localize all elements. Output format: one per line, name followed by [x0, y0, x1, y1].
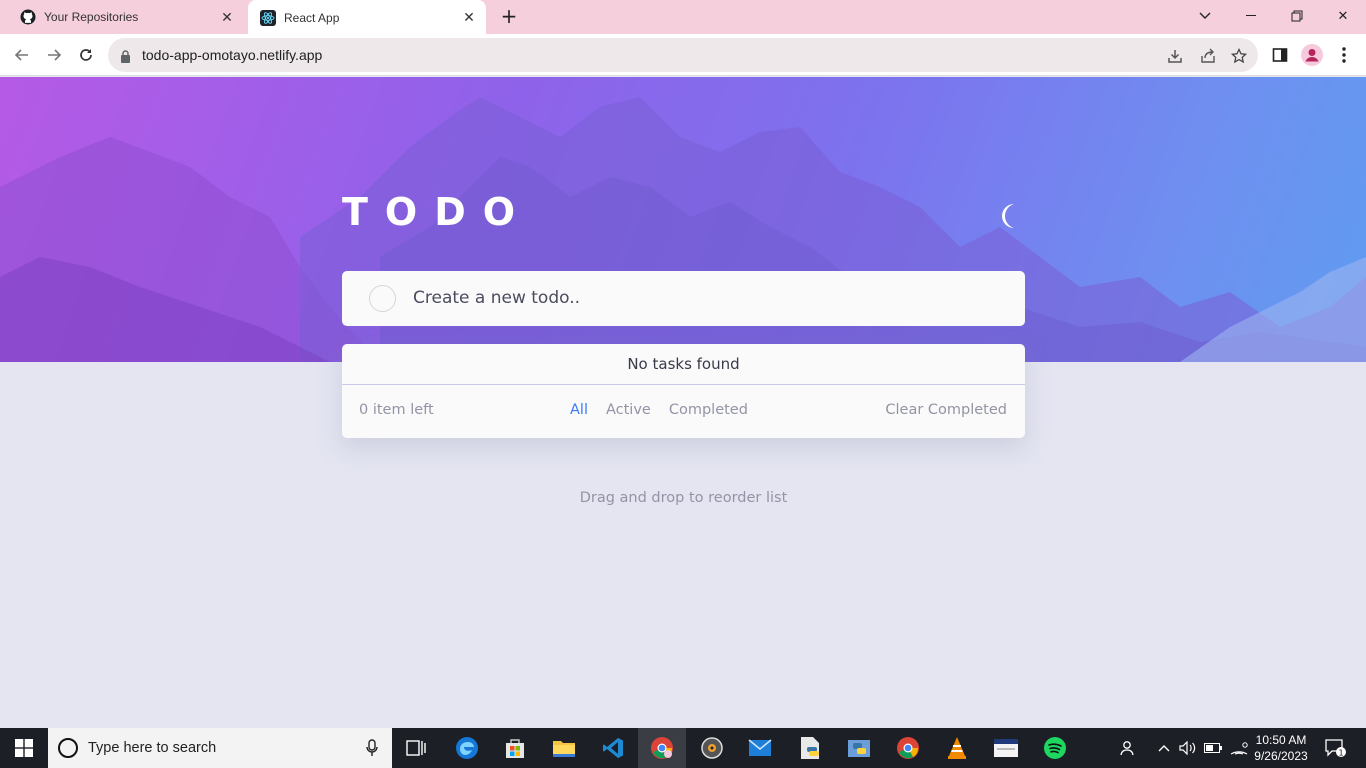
chrome-profile-icon[interactable]: [884, 728, 932, 768]
back-arrow-icon[interactable]: [10, 43, 34, 67]
cortana-icon: [58, 738, 78, 758]
todo-list-card: No tasks found 0 item left All Active Co…: [342, 344, 1025, 438]
taskbar-search-placeholder: Type here to search: [88, 740, 217, 756]
tab-your-repositories[interactable]: Your Repositories ✕: [8, 0, 244, 34]
empty-list-message: No tasks found: [342, 344, 1025, 385]
react-icon: [260, 9, 276, 26]
theme-toggle-moon-icon[interactable]: [996, 201, 1026, 231]
notification-count: 1: [1338, 749, 1343, 758]
filter-all-button[interactable]: All: [570, 402, 588, 418]
drag-drop-hint: Drag and drop to reorder list: [579, 490, 788, 506]
new-todo-form: [342, 271, 1025, 326]
tab-react-app[interactable]: React App ✕: [248, 0, 486, 35]
browser-menu-icon[interactable]: [1332, 43, 1356, 67]
clear-completed-button[interactable]: Clear Completed: [885, 402, 1007, 418]
tab-search-chevron-icon[interactable]: [1182, 0, 1228, 32]
volume-icon[interactable]: [1178, 728, 1198, 768]
close-tab-icon[interactable]: ✕: [216, 9, 238, 26]
bookmark-star-icon[interactable]: [1230, 47, 1248, 65]
browser-tab-strip: Your Repositories ✕ React App ✕ + ✕: [0, 0, 1366, 35]
lock-icon: [120, 48, 131, 67]
windows-taskbar: Type here to search 10:50 AM 9/26/2023 1: [0, 728, 1366, 768]
microsoft-store-icon[interactable]: [491, 728, 539, 768]
vscode-icon[interactable]: [589, 728, 637, 768]
url-text: todo-app-omotayo.netlify.app: [142, 47, 323, 63]
filter-active-button[interactable]: Active: [606, 402, 651, 418]
wifi-icon[interactable]: [1228, 728, 1250, 768]
address-bar[interactable]: todo-app-omotayo.netlify.app: [108, 38, 1258, 72]
chrome-taskbar-icon[interactable]: [638, 728, 686, 768]
close-tab-icon[interactable]: ✕: [458, 9, 480, 26]
app-window-icon[interactable]: [982, 728, 1030, 768]
clock-time: 10:50 AM: [1255, 733, 1307, 747]
vlc-icon[interactable]: [933, 728, 981, 768]
file-explorer-icon[interactable]: [540, 728, 588, 768]
restore-icon[interactable]: [1274, 0, 1320, 32]
tab-title: Your Repositories: [44, 10, 139, 24]
tab-title: React App: [284, 10, 340, 25]
minimize-icon[interactable]: [1228, 0, 1274, 32]
task-view-icon[interactable]: [392, 728, 440, 768]
battery-icon[interactable]: [1202, 728, 1224, 768]
microphone-icon[interactable]: [366, 739, 378, 761]
window-controls: ✕: [1182, 0, 1366, 32]
browser-toolbar: todo-app-omotayo.netlify.app: [0, 34, 1366, 76]
forward-arrow-icon[interactable]: [42, 43, 66, 67]
edge-browser-icon[interactable]: [443, 728, 491, 768]
items-left-count: 0 item left: [359, 402, 434, 418]
list-footer: 0 item left All Active Completed Clear C…: [342, 385, 1025, 438]
install-app-icon[interactable]: [1166, 47, 1184, 65]
media-player-icon[interactable]: [688, 728, 736, 768]
side-panel-icon[interactable]: [1268, 43, 1292, 67]
python-file-icon[interactable]: [786, 728, 834, 768]
mail-icon[interactable]: [736, 728, 784, 768]
app-title: TODO: [342, 190, 533, 234]
filter-completed-button[interactable]: Completed: [669, 402, 748, 418]
new-todo-input[interactable]: [413, 283, 993, 313]
clock-date: 9/26/2023: [1254, 749, 1308, 763]
notification-center-icon[interactable]: 1: [1320, 728, 1350, 768]
people-icon[interactable]: [1116, 728, 1142, 768]
new-todo-check-circle[interactable]: [369, 285, 396, 312]
github-icon: [20, 9, 36, 25]
new-tab-button[interactable]: +: [498, 5, 520, 27]
spotify-icon[interactable]: [1031, 728, 1079, 768]
system-clock[interactable]: 10:50 AM 9/26/2023: [1250, 732, 1312, 764]
taskbar-search[interactable]: Type here to search: [48, 728, 392, 768]
close-window-icon[interactable]: ✕: [1320, 0, 1366, 32]
profile-avatar-icon[interactable]: [1300, 43, 1324, 67]
filter-group: All Active Completed: [570, 402, 748, 418]
share-icon[interactable]: [1199, 47, 1217, 65]
python-idle-icon[interactable]: [835, 728, 883, 768]
reload-icon[interactable]: [74, 43, 98, 67]
show-hidden-icons-chevron-icon[interactable]: [1154, 728, 1174, 768]
windows-start-icon[interactable]: [0, 728, 48, 768]
